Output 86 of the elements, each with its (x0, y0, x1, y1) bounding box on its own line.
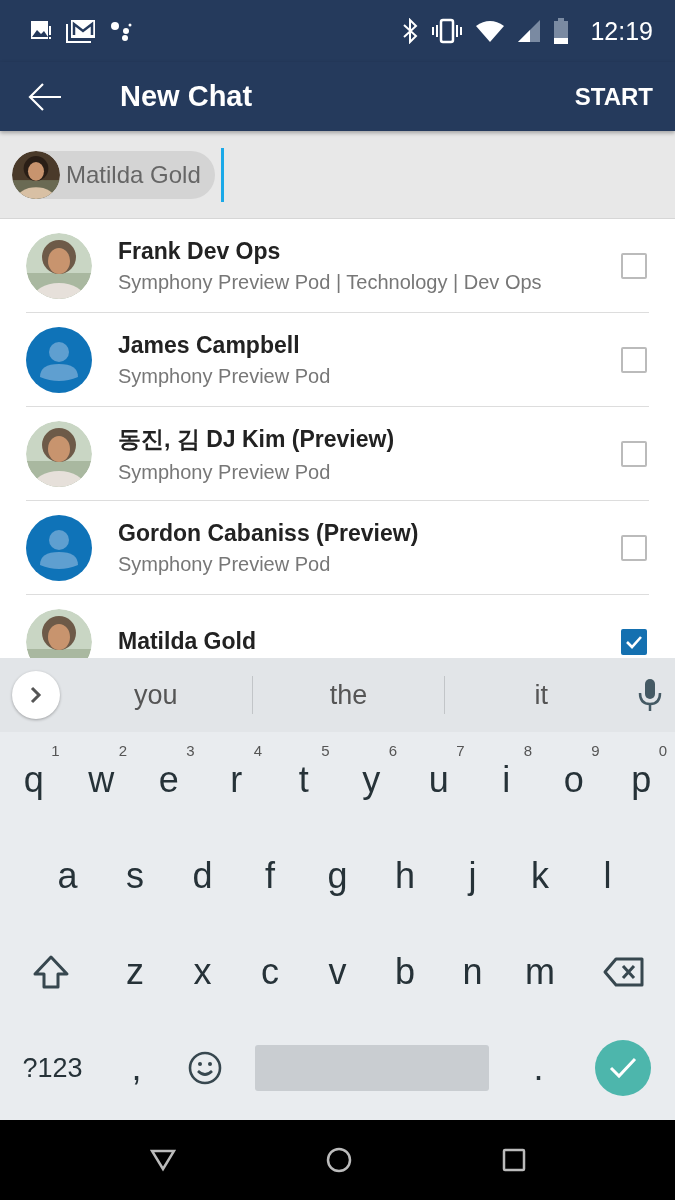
expand-suggestions-button[interactable] (12, 671, 60, 719)
image-icon (30, 20, 52, 42)
contact-details: Symphony Preview Pod (118, 364, 332, 388)
contact-name: James Campbell (118, 331, 301, 359)
keyboard-key[interactable]: d (168, 834, 237, 918)
keyboard-key[interactable]: y 6 (337, 738, 405, 822)
key-hint: 8 (523, 742, 532, 759)
square-recents-icon (501, 1148, 526, 1172)
keyboard-key[interactable]: f (236, 834, 304, 918)
chevron-right-icon (30, 686, 42, 704)
keyboard-key[interactable]: o 9 (540, 738, 608, 822)
keyboard-key[interactable]: j (438, 834, 507, 918)
key-hint: 4 (253, 742, 262, 759)
key-hint: 6 (388, 742, 397, 759)
period-key[interactable]: . (504, 1026, 573, 1110)
dots-icon (110, 20, 132, 42)
key-hint: 7 (456, 742, 465, 759)
voice-input-button[interactable] (637, 677, 663, 713)
back-button[interactable] (28, 81, 62, 112)
key-hint: 0 (658, 742, 667, 759)
symbols-key[interactable]: ?123 (2, 1026, 103, 1110)
keyboard-key[interactable]: e 3 (135, 738, 203, 822)
keyboard-key[interactable]: g (303, 834, 372, 918)
word-suggestion[interactable]: it (445, 679, 637, 711)
keyboard-key[interactable]: i 8 (472, 738, 540, 822)
contact-checkbox[interactable] (621, 440, 647, 467)
contact-checkbox[interactable] (621, 628, 647, 655)
keyboard-key[interactable]: k (506, 834, 574, 918)
keyboard-key[interactable]: s (101, 834, 169, 918)
mail-icon (66, 19, 96, 43)
vibrate-icon (432, 18, 463, 44)
contact-checkbox[interactable] (621, 252, 647, 279)
triangle-back-icon (149, 1148, 176, 1172)
contact-name: Gordon Cabaniss (Preview) (118, 519, 420, 547)
keyboard-key[interactable]: u 7 (405, 738, 473, 822)
recipient-chip[interactable]: Matilda Gold (12, 150, 215, 199)
screen-title: New Chat (120, 80, 254, 113)
start-button[interactable]: START (574, 76, 653, 117)
keyboard-key[interactable]: c (236, 930, 304, 1014)
keyboard-key[interactable]: r 4 (202, 738, 270, 822)
key-hint: 3 (186, 742, 195, 759)
signal-icon (518, 20, 541, 42)
keyboard-key[interactable]: b (371, 930, 439, 1014)
circle-home-icon (325, 1147, 352, 1173)
recents-nav-button[interactable] (501, 1148, 526, 1172)
shift-arrow-icon (32, 954, 71, 990)
key-hint: 5 (321, 742, 330, 759)
bluetooth-icon (402, 18, 419, 44)
keyboard-key[interactable]: z (101, 930, 169, 1014)
contact-checkbox[interactable] (621, 346, 647, 373)
checkmark-icon (625, 634, 643, 649)
smiley-icon (187, 1051, 222, 1085)
word-suggestion[interactable]: you (60, 679, 252, 711)
keyboard-key[interactable]: q 1 (0, 738, 68, 822)
home-nav-button[interactable] (325, 1147, 352, 1173)
word-suggestion[interactable]: the (252, 679, 445, 711)
contact-name: Matilda Gold (118, 628, 257, 655)
clock-time: 12:19 (590, 16, 653, 46)
checkmark-icon (607, 1056, 638, 1080)
contact-checkbox[interactable] (621, 534, 647, 561)
contact-name: 동진, 김 DJ Kim (Preview) (118, 424, 396, 454)
contact-name: Frank Dev Ops (118, 237, 282, 265)
back-arrow-icon (28, 81, 62, 112)
contact-details: Symphony Preview Pod | Technology | Dev Ops (118, 270, 543, 294)
keyboard-key[interactable]: v (303, 930, 372, 1014)
keyboard-key[interactable]: l (573, 834, 642, 918)
wifi-icon (476, 20, 505, 42)
key-hint: 9 (591, 742, 600, 759)
keyboard-key[interactable]: m (506, 930, 574, 1014)
contact-details: Symphony Preview Pod (118, 460, 332, 484)
contact-details: Symphony Preview Pod (118, 552, 332, 576)
keyboard-key[interactable]: w 2 (67, 738, 135, 822)
keyboard-key[interactable]: p 0 (607, 738, 675, 822)
keyboard-key[interactable]: n (438, 930, 507, 1014)
keyboard-key[interactable]: x (168, 930, 237, 1014)
microphone-icon (637, 677, 663, 713)
recipient-name: Matilda Gold (66, 160, 201, 189)
keyboard-key[interactable]: a (33, 834, 102, 918)
key-hint: 2 (118, 742, 127, 759)
back-nav-button[interactable] (149, 1148, 176, 1172)
keyboard-key[interactable]: t 5 (270, 738, 338, 822)
backspace-icon (602, 957, 645, 987)
battery-icon (554, 18, 569, 44)
key-hint: 1 (51, 742, 60, 759)
comma-key[interactable]: , (102, 1026, 171, 1110)
keyboard-key[interactable]: h (371, 834, 439, 918)
